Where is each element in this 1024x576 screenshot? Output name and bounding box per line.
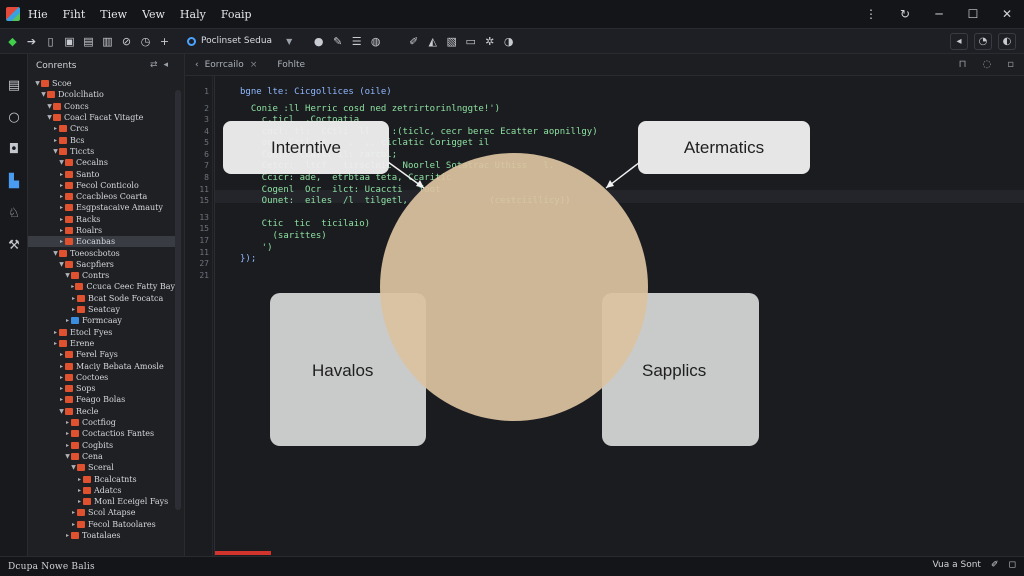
node-top-left[interactable]: Interntive [223,121,389,174]
node-bottom-right-label: Sapplics [642,361,707,380]
node-bottom-left-label: Havalos [312,361,374,380]
center-circle[interactable] [380,153,648,421]
arrowhead-right [606,180,614,188]
diagram-overlay: Interntive Atermatics Havalos Sapplics [0,0,1024,576]
node-top-left-label: Interntive [271,137,341,157]
node-top-right[interactable]: Atermatics [638,121,810,174]
node-top-right-label: Atermatics [683,137,765,157]
arrowhead-left [416,180,424,188]
